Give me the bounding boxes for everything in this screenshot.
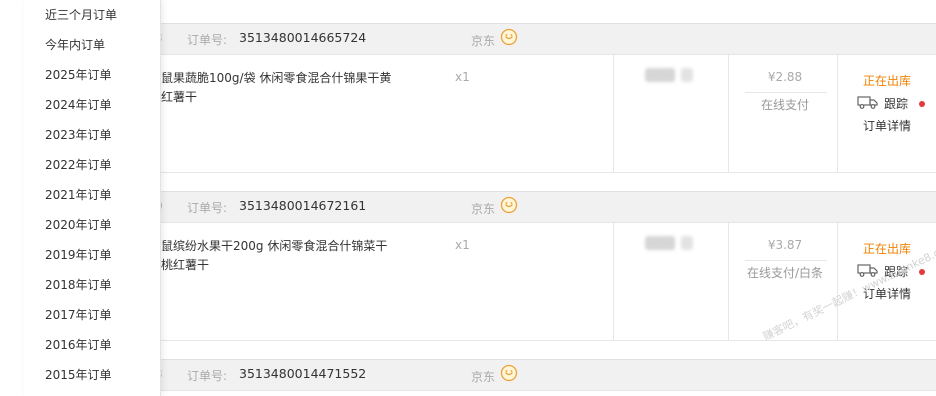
dropdown-item-2022[interactable]: 2022年订单 <box>45 153 155 177</box>
order-amount: ¥2.88 <box>767 70 803 84</box>
truck-icon <box>857 96 878 109</box>
track-label: 跟踪 <box>884 97 909 111</box>
track-button[interactable]: 跟踪 <box>857 94 936 112</box>
dropdown-item-2016[interactable]: 2016年订单 <box>45 333 155 357</box>
dropdown-item-2024[interactable]: 2024年订单 <box>45 93 155 117</box>
order-number: 3513480014672161 <box>239 198 367 213</box>
divider <box>728 222 729 340</box>
shop-name[interactable]: 京东 <box>471 200 495 217</box>
order-header: 3 订单号: 3513480014471552 京东 <box>25 359 936 391</box>
product-title[interactable]: 松鼠果蔬脆100g/袋 休闲零食混合什锦果干黄桃红薯干 <box>149 69 399 107</box>
divider <box>745 92 827 93</box>
order-body: 松鼠果蔬脆100g/袋 休闲零食混合什锦果干黄桃红薯干 x1 ¥2.88 在线支… <box>25 54 936 173</box>
order-header: 0 订单号: 3513480014672161 京东 <box>25 191 936 223</box>
receiver-name-blurred <box>645 236 699 250</box>
divider <box>613 54 614 172</box>
dropdown-item-this-year[interactable]: 今年内订单 <box>45 33 155 57</box>
dropdown-item-last-3-months[interactable]: 近三个月订单 <box>45 3 155 27</box>
order-period-dropdown: 近三个月订单 今年内订单 2025年订单 2024年订单 2023年订单 202… <box>24 0 161 396</box>
order-number: 3513480014471552 <box>239 366 367 381</box>
shop-name[interactable]: 京东 <box>471 368 495 385</box>
order-header: 3 订单号: 3513480014665724 京东 <box>25 23 936 55</box>
chat-icon[interactable] <box>500 364 518 382</box>
dropdown-item-2018[interactable]: 2018年订单 <box>45 273 155 297</box>
chat-icon[interactable] <box>500 28 518 46</box>
dropdown-item-2017[interactable]: 2017年订单 <box>45 303 155 327</box>
dropdown-item-2023[interactable]: 2023年订单 <box>45 123 155 147</box>
order-number-label: 订单号: <box>187 369 228 383</box>
receiver-name-blurred <box>645 68 699 82</box>
notification-dot <box>919 269 925 275</box>
dropdown-item-2025[interactable]: 2025年订单 <box>45 63 155 87</box>
chat-icon[interactable] <box>500 196 518 214</box>
payment-method: 在线支付/白条 <box>746 266 824 280</box>
product-qty: x1 <box>455 70 470 84</box>
dropdown-item-2019[interactable]: 2019年订单 <box>45 243 155 267</box>
dropdown-item-2020[interactable]: 2020年订单 <box>45 213 155 237</box>
shop-name[interactable]: 京东 <box>471 32 495 49</box>
order-number-label: 订单号: <box>187 33 228 47</box>
order-amount: ¥3.87 <box>767 238 803 252</box>
divider <box>745 260 827 261</box>
order-detail-link[interactable]: 订单详情 <box>837 117 936 134</box>
product-title[interactable]: 松鼠缤纷水果干200g 休闲零食混合什锦菜干黄桃红薯干 <box>149 237 399 275</box>
notification-dot <box>919 101 925 107</box>
product-qty: x1 <box>455 238 470 252</box>
order-number-label: 订单号: <box>187 201 228 215</box>
dropdown-item-2021[interactable]: 2021年订单 <box>45 183 155 207</box>
order-number: 3513480014665724 <box>239 30 367 45</box>
divider <box>613 222 614 340</box>
payment-method: 在线支付 <box>760 98 809 112</box>
divider <box>728 54 729 172</box>
order-status: 正在出库 <box>862 74 911 88</box>
dropdown-item-2015[interactable]: 2015年订单 <box>45 363 155 387</box>
